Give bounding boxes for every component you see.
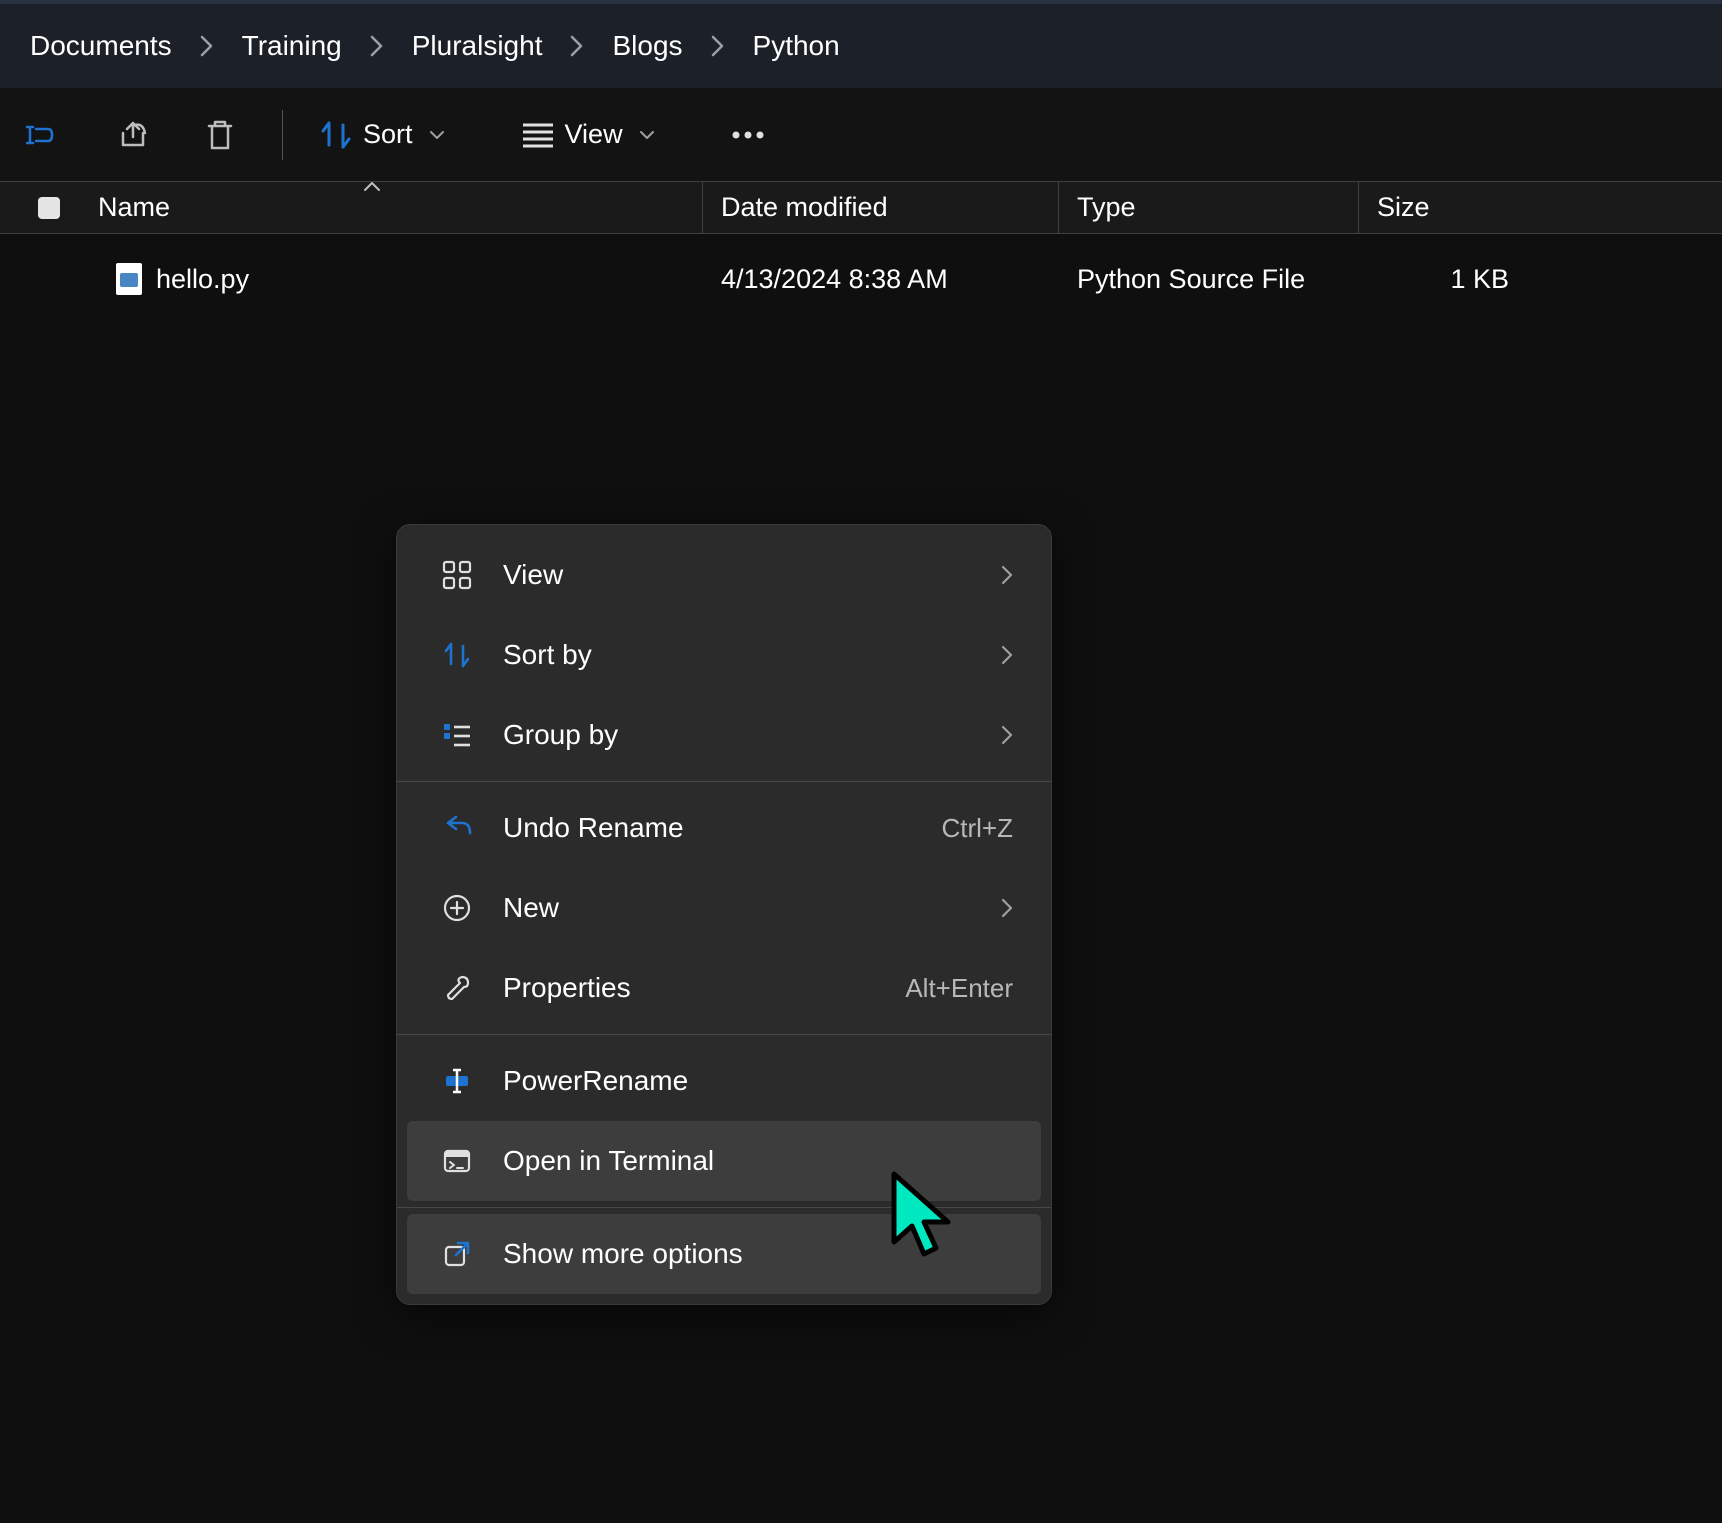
menu-undo-rename-label: Undo Rename bbox=[503, 812, 942, 844]
group-icon bbox=[435, 720, 479, 750]
chevron-right-icon bbox=[178, 35, 236, 57]
terminal-icon bbox=[435, 1146, 479, 1176]
table-row[interactable]: hello.py 4/13/2024 8:38 AM Python Source… bbox=[0, 248, 1722, 310]
file-type: Python Source File bbox=[1059, 264, 1359, 295]
column-name[interactable]: Name bbox=[98, 182, 703, 233]
plus-circle-icon bbox=[435, 893, 479, 923]
delete-icon[interactable] bbox=[176, 105, 264, 165]
sort-button[interactable]: Sort bbox=[301, 119, 463, 151]
ellipsis-icon bbox=[731, 131, 765, 139]
view-list-icon bbox=[521, 122, 555, 148]
sort-icon bbox=[319, 119, 353, 151]
file-size: 1 KB bbox=[1359, 264, 1509, 295]
menu-open-terminal-label: Open in Terminal bbox=[503, 1145, 1013, 1177]
view-label: View bbox=[565, 119, 623, 150]
chevron-right-icon bbox=[1001, 898, 1013, 918]
menu-power-rename-label: PowerRename bbox=[503, 1065, 1013, 1097]
menu-power-rename[interactable]: PowerRename bbox=[407, 1041, 1041, 1121]
chevron-right-icon bbox=[689, 35, 747, 57]
column-headers: Name Date modified Type Size bbox=[0, 182, 1722, 234]
menu-view-label: View bbox=[503, 559, 1001, 591]
external-icon bbox=[435, 1239, 479, 1269]
select-all-checkbox[interactable] bbox=[0, 197, 98, 219]
rename-icon[interactable] bbox=[0, 105, 88, 165]
context-menu: View Sort by Group by Undo Rename Ctrl+Z bbox=[396, 524, 1052, 1305]
chevron-down-icon bbox=[639, 130, 655, 140]
menu-group-by-label: Group by bbox=[503, 719, 1001, 751]
menu-sort-by[interactable]: Sort by bbox=[407, 615, 1041, 695]
chevron-down-icon bbox=[429, 130, 445, 140]
menu-undo-rename-accel: Ctrl+Z bbox=[942, 813, 1014, 844]
divider bbox=[397, 1034, 1051, 1035]
view-button[interactable]: View bbox=[503, 119, 673, 150]
menu-group-by[interactable]: Group by bbox=[407, 695, 1041, 775]
menu-open-terminal[interactable]: Open in Terminal bbox=[407, 1121, 1041, 1201]
breadcrumb-documents[interactable]: Documents bbox=[24, 24, 178, 68]
chevron-right-icon bbox=[1001, 565, 1013, 585]
divider bbox=[397, 1207, 1051, 1208]
more-button[interactable] bbox=[713, 131, 783, 139]
menu-properties-label: Properties bbox=[503, 972, 905, 1004]
breadcrumb-training[interactable]: Training bbox=[236, 24, 348, 68]
breadcrumb: Documents Training Pluralsight Blogs Pyt… bbox=[0, 0, 1722, 88]
column-type-label: Type bbox=[1077, 192, 1136, 223]
chevron-right-icon bbox=[1001, 645, 1013, 665]
menu-new-label: New bbox=[503, 892, 1001, 924]
menu-sort-by-label: Sort by bbox=[503, 639, 1001, 671]
menu-new[interactable]: New bbox=[407, 868, 1041, 948]
wrench-icon bbox=[435, 973, 479, 1003]
divider bbox=[397, 781, 1051, 782]
breadcrumb-pluralsight[interactable]: Pluralsight bbox=[406, 24, 549, 68]
toolbar: Sort View bbox=[0, 88, 1722, 182]
undo-icon bbox=[435, 813, 479, 843]
column-size-label: Size bbox=[1377, 192, 1430, 222]
divider bbox=[282, 110, 283, 160]
column-date-label: Date modified bbox=[721, 192, 888, 223]
menu-properties-accel: Alt+Enter bbox=[905, 973, 1013, 1004]
menu-show-more-label: Show more options bbox=[503, 1238, 1013, 1270]
column-date[interactable]: Date modified bbox=[703, 182, 1059, 233]
menu-properties[interactable]: Properties Alt+Enter bbox=[407, 948, 1041, 1028]
file-name: hello.py bbox=[156, 264, 249, 295]
breadcrumb-blogs[interactable]: Blogs bbox=[606, 24, 688, 68]
file-date: 4/13/2024 8:38 AM bbox=[703, 264, 1059, 295]
python-file-icon bbox=[116, 263, 142, 295]
power-rename-icon bbox=[435, 1066, 479, 1096]
chevron-right-icon bbox=[348, 35, 406, 57]
share-icon[interactable] bbox=[88, 105, 176, 165]
sort-icon bbox=[435, 640, 479, 670]
chevron-right-icon bbox=[548, 35, 606, 57]
chevron-right-icon bbox=[1001, 725, 1013, 745]
column-size[interactable]: Size bbox=[1359, 192, 1722, 223]
menu-undo-rename[interactable]: Undo Rename Ctrl+Z bbox=[407, 788, 1041, 868]
sort-asc-icon bbox=[363, 180, 381, 192]
menu-view[interactable]: View bbox=[407, 535, 1041, 615]
menu-show-more[interactable]: Show more options bbox=[407, 1214, 1041, 1294]
sort-label: Sort bbox=[363, 119, 413, 150]
column-name-label: Name bbox=[98, 192, 170, 223]
column-type[interactable]: Type bbox=[1059, 182, 1359, 233]
grid-icon bbox=[435, 560, 479, 590]
breadcrumb-python[interactable]: Python bbox=[747, 24, 846, 68]
